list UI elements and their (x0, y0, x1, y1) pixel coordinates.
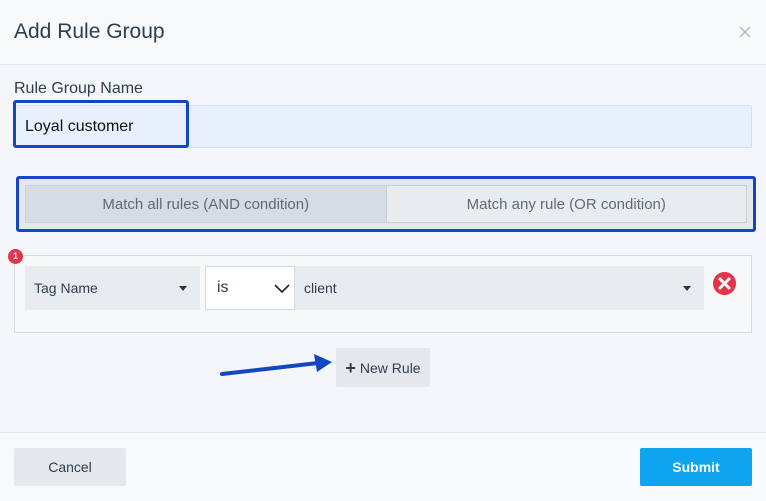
rule-operator-value: is (217, 279, 229, 296)
new-rule-button[interactable]: + New Rule (336, 348, 430, 387)
remove-circle-icon[interactable] (713, 272, 736, 295)
submit-button[interactable]: Submit (640, 448, 752, 486)
caret-down-icon (179, 286, 187, 291)
dialog-header: Add Rule Group (0, 0, 766, 65)
new-rule-label: New Rule (359, 359, 421, 376)
caret-down-icon (683, 286, 691, 291)
rule-operator-select[interactable]: is (205, 266, 295, 310)
rule-field-value: Tag Name (34, 280, 98, 296)
close-icon[interactable] (737, 24, 753, 40)
plus-icon: + (345, 357, 356, 378)
annotation-arrow-icon (220, 354, 332, 376)
rule-group-name-input[interactable] (14, 105, 752, 148)
rule-value-select[interactable]: client (295, 266, 704, 310)
rule-field-select[interactable]: Tag Name (25, 266, 200, 310)
cancel-button[interactable]: Cancel (14, 448, 126, 486)
dialog-title: Add Rule Group (14, 20, 165, 43)
match-all-option[interactable]: Match all rules (AND condition) (26, 186, 386, 222)
rule-value-text: client (304, 280, 337, 296)
match-any-option[interactable]: Match any rule (OR condition) (385, 186, 746, 222)
rule-index-badge: 1 (8, 249, 23, 264)
match-mode-toggle: Match all rules (AND condition) Match an… (16, 176, 756, 232)
chevron-down-icon (274, 284, 290, 294)
add-rule-group-dialog: Add Rule Group Rule Group Name Match all… (0, 0, 766, 501)
match-mode-options: Match all rules (AND condition) Match an… (25, 185, 747, 223)
rule-group-name-label: Rule Group Name (14, 80, 143, 97)
